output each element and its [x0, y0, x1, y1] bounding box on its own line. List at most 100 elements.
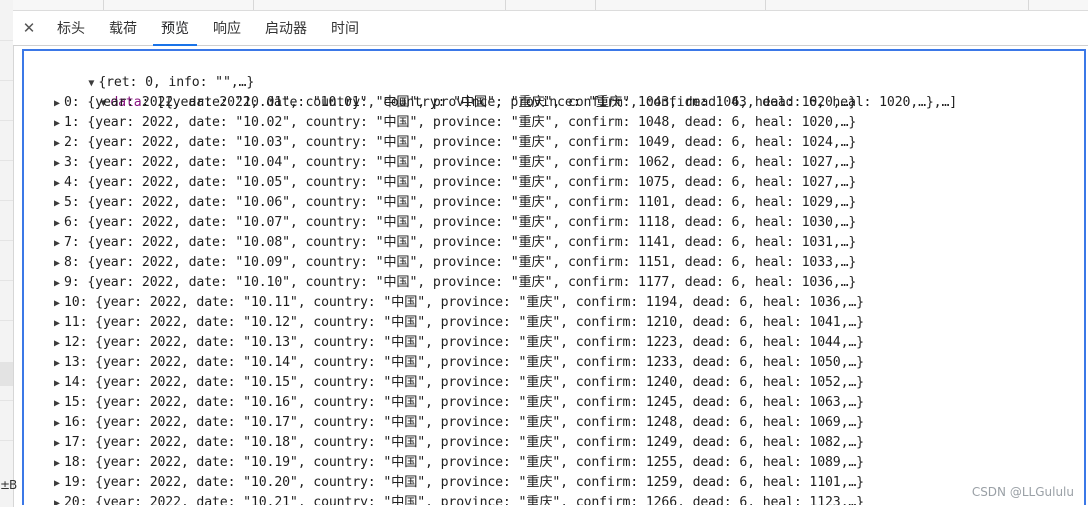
item-index: 17 — [64, 435, 80, 450]
item-index: 9 — [64, 275, 72, 290]
json-data-node[interactable]: ▼ data: [{year: 2022, date: "10.01", coun… — [38, 73, 957, 110]
json-array-item[interactable]: ▶ 14: {year: 2022, date: "10.15", country… — [54, 373, 864, 393]
item-summary: : {year: 2022, date: "10.03", country: "… — [71, 135, 857, 150]
watermark: CSDN @LLGululu — [971, 485, 1074, 499]
left-panel-strip: ±B — [0, 0, 17, 507]
collapsed-arrow-icon[interactable]: ▶ — [54, 374, 64, 394]
collapsed-arrow-icon[interactable]: ▶ — [54, 394, 64, 414]
json-array-item[interactable]: ▶ 20: {year: 2022, date: "10.21", country… — [54, 493, 864, 505]
tab-preview[interactable]: 预览 — [149, 11, 201, 46]
json-array-item[interactable]: ▶ 0: {year: 2022, date: "10.01", country:… — [54, 93, 856, 113]
json-array-item[interactable]: ▶ 1: {year: 2022, date: "10.02", country:… — [54, 113, 856, 133]
item-index: 16 — [64, 415, 80, 430]
tab-initiator[interactable]: 启动器 — [253, 11, 319, 45]
item-index: 13 — [64, 355, 80, 370]
item-summary: : {year: 2022, date: "10.19", country: "… — [79, 455, 865, 470]
collapsed-arrow-icon[interactable]: ▶ — [54, 174, 64, 194]
item-summary: : {year: 2022, date: "10.09", country: "… — [71, 255, 857, 270]
item-summary: : {year: 2022, date: "10.05", country: "… — [71, 175, 857, 190]
tab-label: 标头 — [57, 21, 85, 37]
collapsed-arrow-icon[interactable]: ▶ — [54, 274, 64, 294]
tab-label: 启动器 — [265, 21, 307, 37]
json-array-item[interactable]: ▶ 8: {year: 2022, date: "10.09", country:… — [54, 253, 856, 273]
item-summary: : {year: 2022, date: "10.21", country: "… — [79, 495, 865, 505]
json-array-item[interactable]: ▶ 4: {year: 2022, date: "10.05", country:… — [54, 173, 856, 193]
item-summary: : {year: 2022, date: "10.08", country: "… — [71, 235, 857, 250]
json-array-item[interactable]: ▶ 16: {year: 2022, date: "10.17", country… — [54, 413, 864, 433]
json-array-item[interactable]: ▶ 6: {year: 2022, date: "10.07", country:… — [54, 213, 856, 233]
json-array-item[interactable]: ▶ 17: {year: 2022, date: "10.18", country… — [54, 433, 864, 453]
left-strip-selected-row[interactable] — [0, 362, 13, 386]
collapsed-arrow-icon[interactable]: ▶ — [54, 414, 64, 434]
json-array-item[interactable]: ▶ 11: {year: 2022, date: "10.12", country… — [54, 313, 864, 333]
item-summary: : {year: 2022, date: "10.13", country: "… — [79, 335, 865, 350]
json-array-item[interactable]: ▶ 19: {year: 2022, date: "10.20", country… — [54, 473, 864, 493]
item-summary: : {year: 2022, date: "10.06", country: "… — [71, 195, 857, 210]
item-index: 19 — [64, 475, 80, 490]
tab-label: 预览 — [161, 21, 189, 37]
item-index: 14 — [64, 375, 80, 390]
item-summary: : {year: 2022, date: "10.20", country: "… — [79, 475, 865, 490]
preview-panel[interactable]: ▼ {ret: 0, info: "",…} ▼ data: [{year: 202… — [22, 49, 1086, 505]
json-array-item[interactable]: ▶ 12: {year: 2022, date: "10.13", country… — [54, 333, 864, 353]
json-array-item[interactable]: ▶ 7: {year: 2022, date: "10.08", country:… — [54, 233, 856, 253]
collapsed-arrow-icon[interactable]: ▶ — [54, 314, 64, 334]
collapsed-arrow-icon[interactable]: ▶ — [54, 194, 64, 214]
item-summary: : {year: 2022, date: "10.10", country: "… — [71, 275, 857, 290]
item-index: 11 — [64, 315, 80, 330]
tab-timing[interactable]: 时间 — [319, 11, 371, 45]
item-index: 10 — [64, 295, 80, 310]
json-array-item[interactable]: ▶ 15: {year: 2022, date: "10.16", country… — [54, 393, 864, 413]
item-index: 2 — [64, 135, 72, 150]
item-index: 18 — [64, 455, 80, 470]
collapsed-arrow-icon[interactable]: ▶ — [54, 234, 64, 254]
json-array-item[interactable]: ▶ 18: {year: 2022, date: "10.19", country… — [54, 453, 864, 473]
tab-payload[interactable]: 载荷 — [97, 11, 149, 45]
json-array-item[interactable]: ▶ 10: {year: 2022, date: "10.11", country… — [54, 293, 864, 313]
close-icon[interactable]: ✕ — [13, 11, 45, 45]
item-index: 4 — [64, 175, 72, 190]
left-strip-fragment-text: ±B — [0, 478, 17, 492]
collapsed-arrow-icon[interactable]: ▶ — [54, 114, 64, 134]
collapsed-arrow-icon[interactable]: ▶ — [54, 434, 64, 454]
json-array-item[interactable]: ▶ 2: {year: 2022, date: "10.03", country:… — [54, 133, 856, 153]
item-summary: : {year: 2022, date: "10.14", country: "… — [79, 355, 865, 370]
collapsed-arrow-icon[interactable]: ▶ — [54, 294, 64, 314]
item-index: 1 — [64, 115, 72, 130]
item-summary: : {year: 2022, date: "10.12", country: "… — [79, 315, 865, 330]
item-summary: : {year: 2022, date: "10.18", country: "… — [79, 435, 865, 450]
tab-headers[interactable]: 标头 — [45, 11, 97, 45]
tab-bar: ✕ 标头 载荷 预览 响应 启动器 时间 — [13, 11, 1088, 46]
item-index: 6 — [64, 215, 72, 230]
collapsed-arrow-icon[interactable]: ▶ — [54, 494, 64, 505]
collapsed-arrow-icon[interactable]: ▶ — [54, 454, 64, 474]
devtools-window: ±B ✕ 标头 载荷 预览 响应 启动器 时间 ▼ {ret: 0, info: … — [0, 0, 1088, 507]
json-array-item[interactable]: ▶ 5: {year: 2022, date: "10.06", country:… — [54, 193, 856, 213]
cropped-header-strip — [13, 0, 1088, 11]
item-index: 8 — [64, 255, 72, 270]
tab-response[interactable]: 响应 — [201, 11, 253, 45]
item-summary: : {year: 2022, date: "10.04", country: "… — [71, 155, 857, 170]
collapsed-arrow-icon[interactable]: ▶ — [54, 94, 64, 114]
collapsed-arrow-icon[interactable]: ▶ — [54, 134, 64, 154]
tab-label: 载荷 — [109, 21, 137, 37]
item-summary: : {year: 2022, date: "10.16", country: "… — [79, 395, 865, 410]
item-index: 20 — [64, 495, 80, 505]
collapsed-arrow-icon[interactable]: ▶ — [54, 334, 64, 354]
item-summary: : {year: 2022, date: "10.02", country: "… — [71, 115, 857, 130]
json-array-item[interactable]: ▶ 3: {year: 2022, date: "10.04", country:… — [54, 153, 856, 173]
item-index: 3 — [64, 155, 72, 170]
tab-label: 时间 — [331, 21, 359, 37]
collapsed-arrow-icon[interactable]: ▶ — [54, 154, 64, 174]
json-array-item[interactable]: ▶ 9: {year: 2022, date: "10.10", country:… — [54, 273, 856, 293]
item-index: 15 — [64, 395, 80, 410]
collapsed-arrow-icon[interactable]: ▶ — [54, 254, 64, 274]
tab-label: 响应 — [213, 21, 241, 37]
collapsed-arrow-icon[interactable]: ▶ — [54, 354, 64, 374]
json-array-item[interactable]: ▶ 13: {year: 2022, date: "10.14", country… — [54, 353, 864, 373]
collapsed-arrow-icon[interactable]: ▶ — [54, 474, 64, 494]
json-root-node[interactable]: ▼ {ret: 0, info: "",…} — [26, 53, 254, 90]
item-index: 7 — [64, 235, 72, 250]
json-tree: ▼ {ret: 0, info: "",…} ▼ data: [{year: 202… — [24, 51, 1084, 505]
collapsed-arrow-icon[interactable]: ▶ — [54, 214, 64, 234]
